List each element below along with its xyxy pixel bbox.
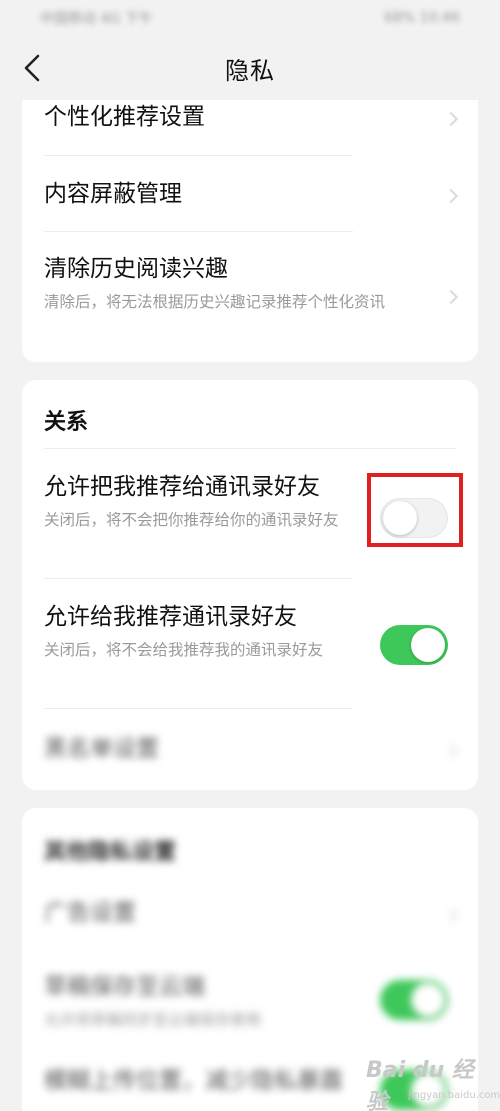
list-item-content-block[interactable]: 内容屏蔽管理 [44,179,456,209]
item-title: 个性化推荐设置 [44,104,205,130]
list-item-ad-settings[interactable]: 广告设置 [44,898,456,928]
item-subtitle: 允许将草稿同步至云端保存使用 [44,1011,262,1029]
item-title: 黑名单设置 [44,736,159,762]
toggle-knob [411,983,445,1017]
divider [44,231,353,232]
item-title: 广告设置 [44,900,136,926]
list-item-clear-history[interactable]: 清除历史阅读兴趣 清除后，将无法根据历史兴趣记录推荐个性化资讯 [44,254,456,314]
item-subtitle: 关闭后，将不会把你推荐给你的通讯录好友 [44,511,339,529]
highlight-box [367,473,463,547]
item-subtitle: 关闭后，将不会给我推荐我的通讯录好友 [44,641,324,659]
page-title: 隐私 [225,56,275,85]
chevron-left-icon [24,54,40,82]
privacy-settings-card: 个性化推荐设置 内容屏蔽管理 清除历史阅读兴趣 清除后，将无法根据历史兴趣记录推… [22,92,478,362]
item-title: 模糊上传位置，减少隐私暴露 [44,1068,343,1094]
status-bar: 中国移动 4G 下午 68% 10:46 [0,0,500,36]
list-item-personalized-recommendation[interactable]: 个性化推荐设置 [44,102,456,132]
item-subtitle: 清除后，将无法根据历史兴趣记录推荐个性化资讯 [44,293,386,311]
divider [44,155,353,156]
divider [44,448,456,449]
list-item-draft-sync: 草稿保存至云端 允许将草稿同步至云端保存使用 [44,972,358,1032]
watermark-logo: Bai du 经验 [366,1058,474,1111]
section-title-other-privacy: 其他隐私设置 [44,840,177,865]
toggle-knob [411,628,445,662]
allow-recommend-to-me-toggle[interactable] [380,625,448,665]
status-right: 68% 10:46 [384,10,460,26]
list-item-blacklist[interactable]: 黑名单设置 [44,734,456,764]
item-title: 清除历史阅读兴趣 [44,256,228,282]
list-item-location-upload[interactable]: 模糊上传位置，减少隐私暴露 [44,1066,358,1096]
item-title: 允许把我推荐给通讯录好友 [44,474,320,500]
item-title: 内容屏蔽管理 [44,181,182,207]
watermark: Bai du 经验 jingyan.baidu.com [366,1052,500,1111]
relations-card: 关系 允许把我推荐给通讯录好友 关闭后，将不会把你推荐给你的通讯录好友 允许给我… [22,380,478,790]
divider [44,578,353,579]
draft-sync-toggle[interactable] [380,980,448,1020]
list-item-allow-recommend-me: 允许把我推荐给通讯录好友 关闭后，将不会把你推荐给你的通讯录好友 [44,472,358,532]
status-carrier: 中国移动 4G 下午 [40,11,153,27]
back-button[interactable] [14,48,50,88]
item-title: 允许给我推荐通讯录好友 [44,604,297,630]
section-title-relations: 关系 [44,410,89,435]
watermark-site: jingyan.baidu.com [408,1090,500,1101]
divider [44,708,353,709]
item-title: 草稿保存至云端 [44,974,205,1000]
list-item-allow-recommend-to-me: 允许给我推荐通讯录好友 关闭后，将不会给我推荐我的通讯录好友 [44,602,358,662]
navigation-bar: 隐私 [0,36,500,100]
